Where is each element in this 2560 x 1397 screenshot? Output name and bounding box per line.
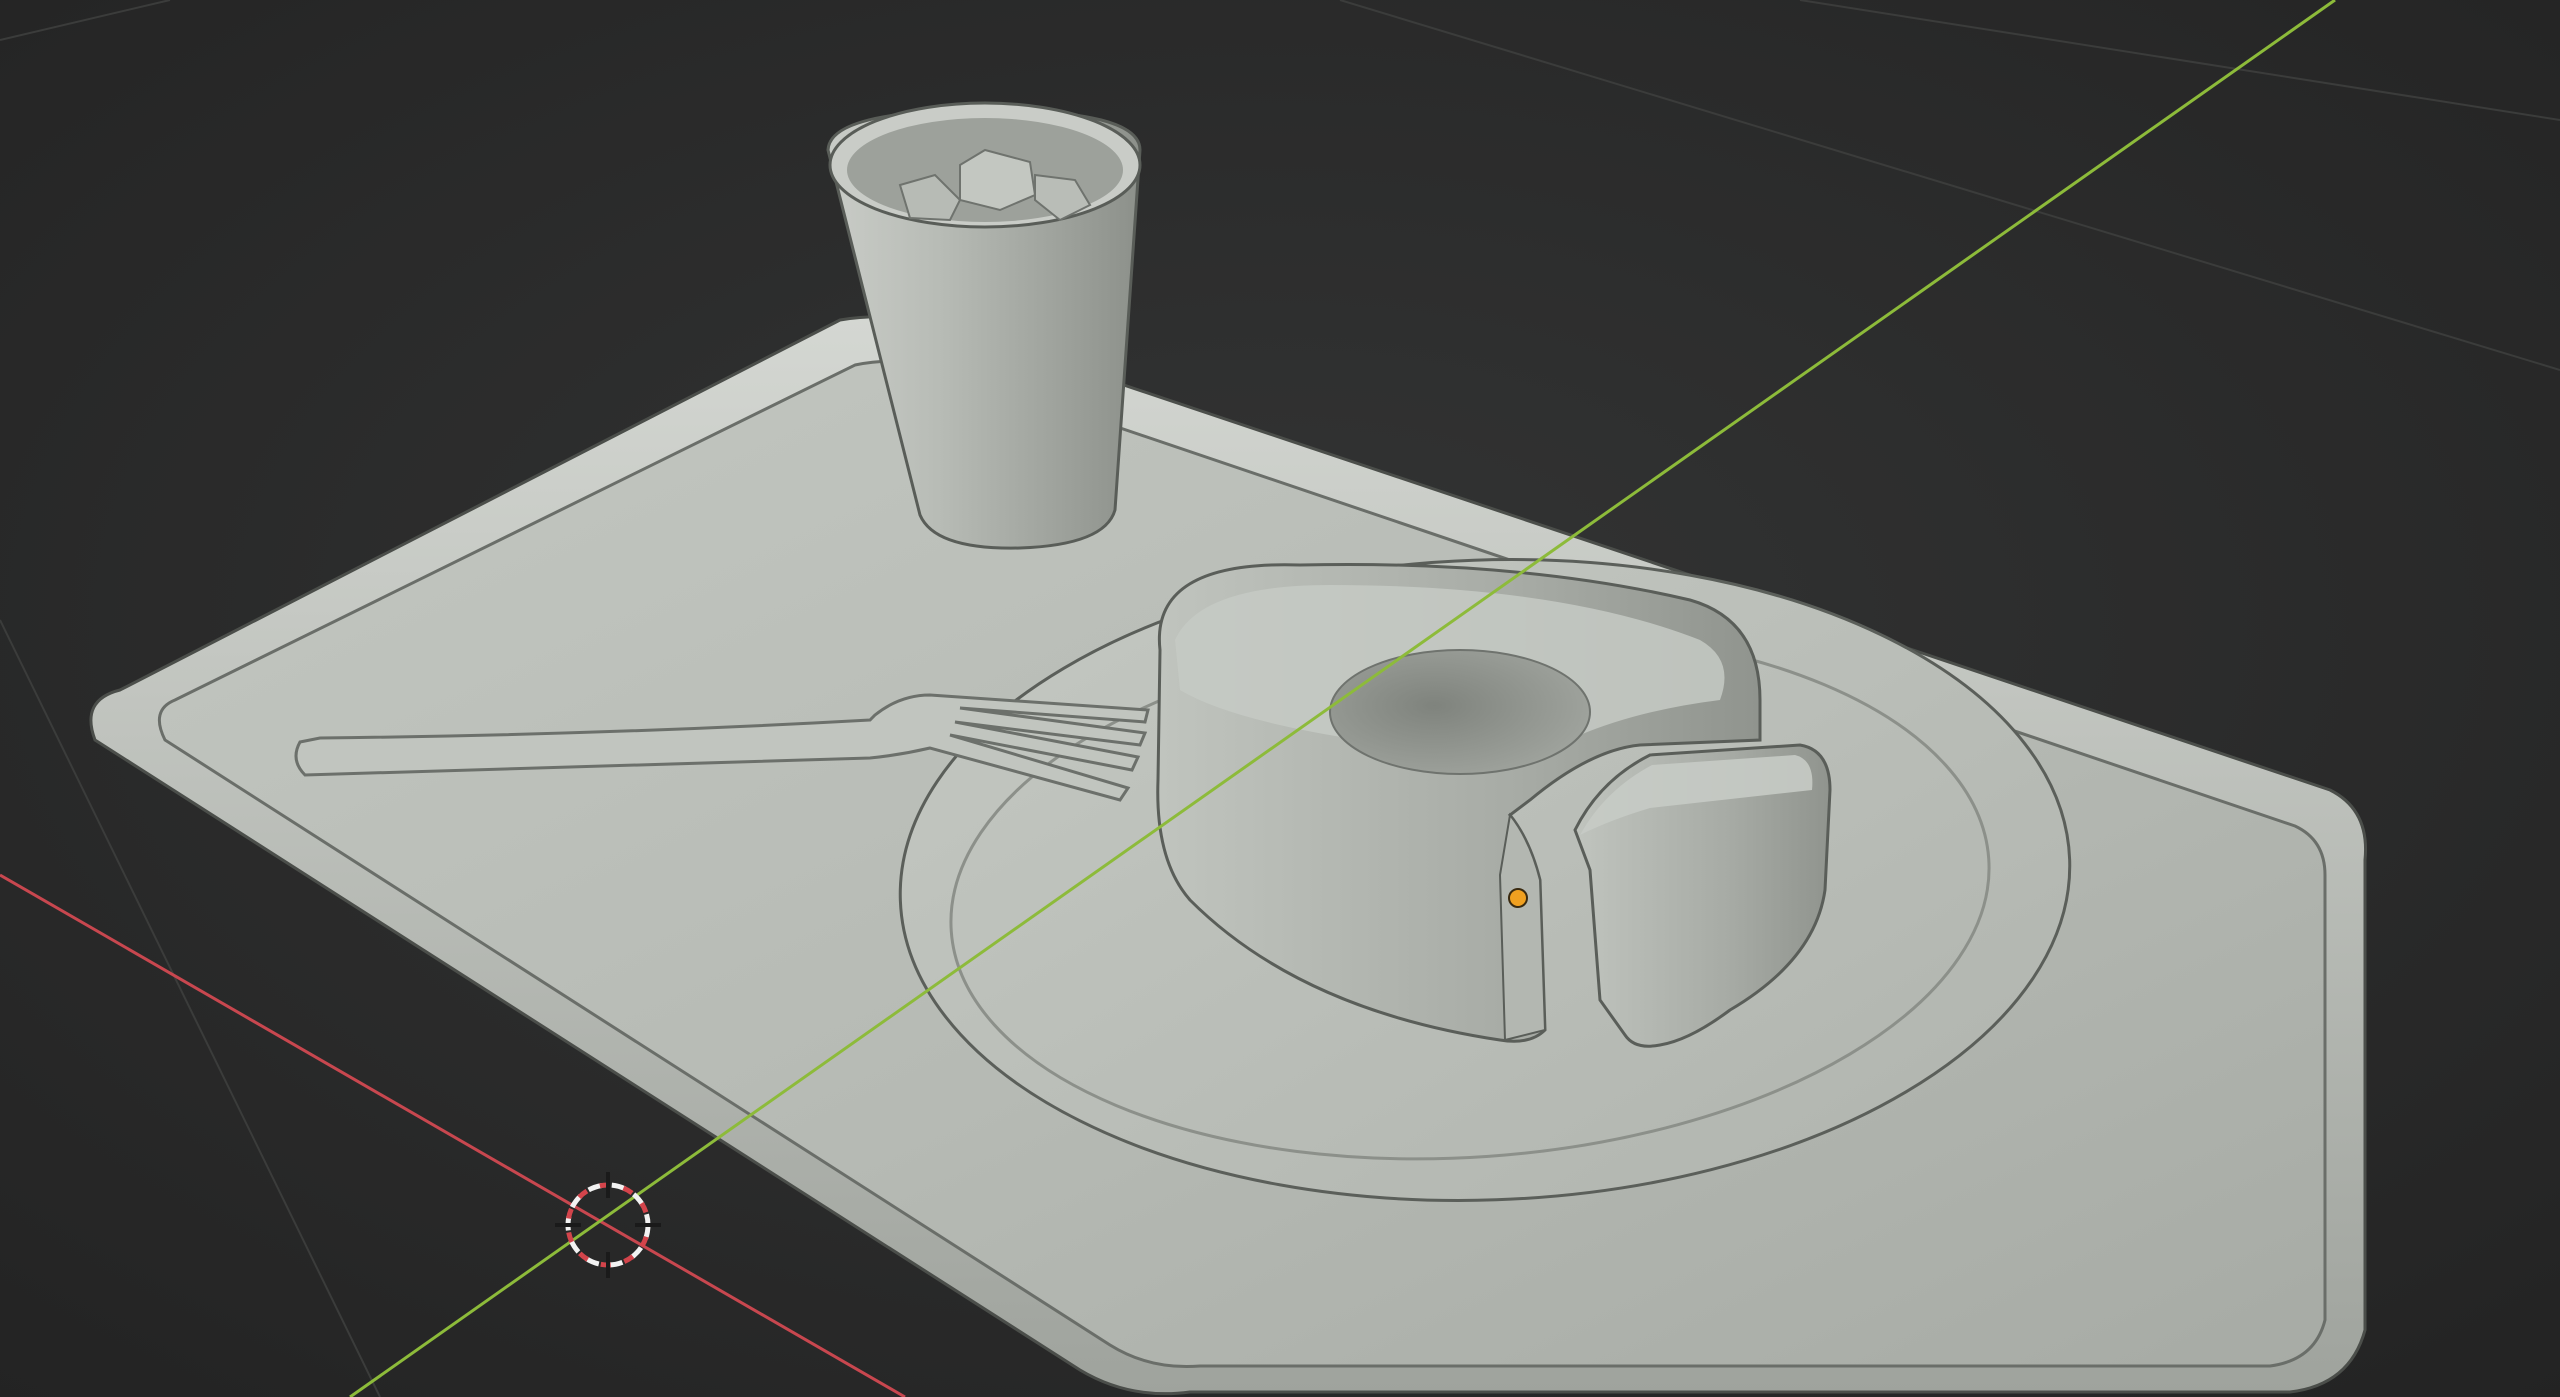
object-origin-dot — [1508, 888, 1528, 908]
3d-viewport[interactable] — [0, 0, 2560, 1397]
viewport-canvas[interactable] — [0, 0, 2560, 1397]
cake-ring-hole — [1329, 649, 1591, 775]
